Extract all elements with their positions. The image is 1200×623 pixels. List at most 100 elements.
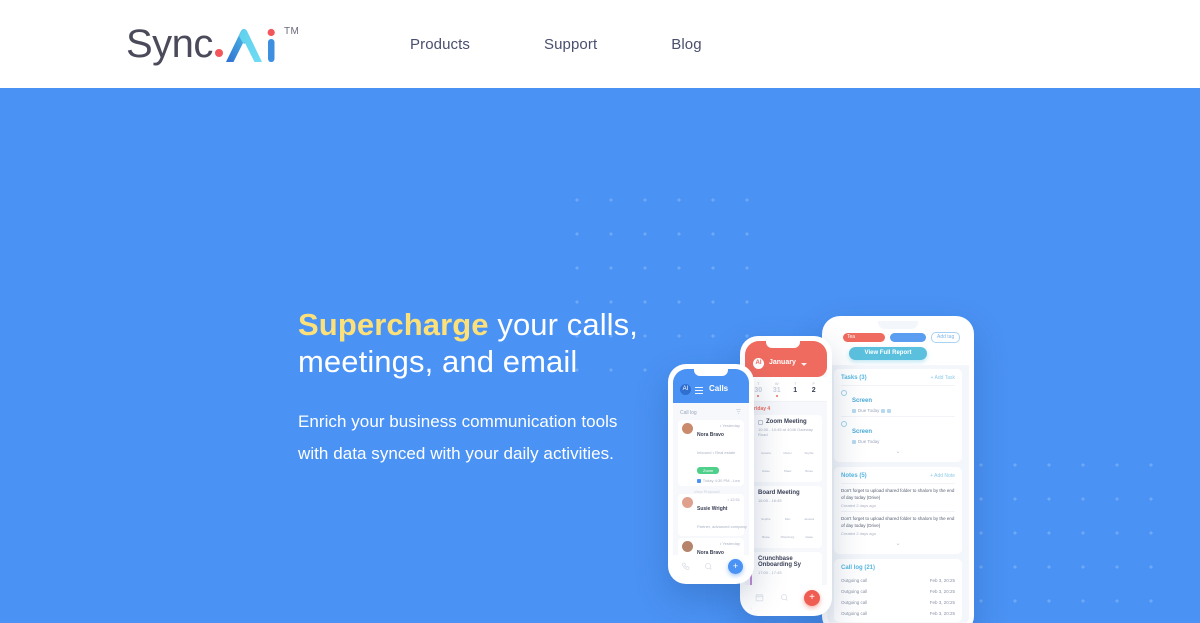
- call-log-date: Feb 3, 20:25: [929, 611, 955, 616]
- calendar-event[interactable]: Board Meeting 16:00 - 16:45 Sophie Boise…: [750, 486, 822, 548]
- phone-mockups: Tea Add tag View Full Report Tasks (3) +…: [640, 208, 1040, 623]
- event-time: 17:00 - 17:45: [758, 570, 782, 575]
- logo[interactable]: Sync TM: [126, 22, 299, 66]
- landing-page: Sync TM Products Support Blog Supercharg…: [0, 0, 1200, 623]
- filter-icon[interactable]: [735, 408, 742, 417]
- nav-item-blog[interactable]: Blog: [657, 28, 715, 61]
- list-item[interactable]: Susie Wright Partner, advanced company •…: [678, 494, 747, 536]
- phone-icon[interactable]: [681, 558, 690, 576]
- calendar-day-number: 30: [754, 387, 763, 394]
- phone-calls: AI Calls Call log Nora Bravo Inbound • R…: [668, 364, 754, 584]
- contact-meta: Inbound • Real estate: [697, 450, 736, 455]
- call-log-date: Feb 3, 20:25: [929, 578, 955, 583]
- call-log-date: Feb 3, 20:25: [929, 600, 955, 605]
- note-row[interactable]: Don't forget to upload shared folder to …: [841, 511, 955, 539]
- event-title-row: Zoom Meeting: [758, 419, 817, 425]
- attendee-name: Jessica Glase: [804, 517, 815, 539]
- event-checkbox-icon[interactable]: [758, 419, 763, 425]
- nav-item-products[interactable]: Products: [396, 28, 484, 61]
- main-nav: Products Support Blog: [396, 0, 716, 88]
- task-due: Due Today: [858, 408, 880, 413]
- status-badge: Zoom: [697, 467, 720, 474]
- note-text: Don't forget to upload shared folder to …: [841, 516, 955, 528]
- note-meta: Created 2 days ago: [841, 503, 876, 508]
- calendar-day[interactable]: 31: [769, 387, 785, 397]
- attendee[interactable]: Dan Pittenburg: [780, 507, 796, 543]
- screen-title: Calls: [709, 384, 729, 393]
- logo-dot-icon: [214, 49, 223, 57]
- event-title-row: Crunchbase Onboarding Sy: [758, 556, 817, 568]
- task-name: Screen: [852, 429, 873, 435]
- add-tag-button[interactable]: Add tag: [931, 332, 961, 343]
- call-log-title: Call log (21): [841, 565, 876, 571]
- contact-meta: Partner, advanced company: [697, 524, 747, 529]
- contact-name: Susie Wright: [697, 506, 728, 512]
- call-log-label: Call log: [680, 409, 697, 416]
- menu-icon[interactable]: [695, 387, 703, 396]
- event-dot-icon: [775, 395, 778, 397]
- attendee[interactable]: Jessica Glase: [801, 507, 817, 543]
- call-log-row[interactable]: Outgoing call Feb 3, 20:25: [841, 608, 955, 619]
- note-text: Don't forget to upload shared folder to …: [841, 488, 955, 500]
- calendar-day[interactable]: 1: [787, 387, 803, 397]
- calendar-month-label[interactable]: January: [769, 359, 796, 366]
- tasks-title: Tasks (3): [841, 375, 867, 381]
- task-checkbox-icon[interactable]: [841, 390, 847, 396]
- call-log-row[interactable]: Outgoing call Feb 3, 20:25: [841, 586, 955, 597]
- event-title-row: Board Meeting: [758, 490, 817, 496]
- nav-item-support[interactable]: Support: [530, 28, 611, 61]
- task-row[interactable]: Screen Due Today: [841, 385, 955, 416]
- add-call-fab-button[interactable]: +: [728, 559, 743, 574]
- phone-notch-icon: [765, 341, 800, 348]
- event-title: Zoom Meeting: [766, 419, 807, 425]
- calendar-day[interactable]: 2: [806, 387, 822, 397]
- contact-tags: Tea Add tag: [843, 332, 961, 343]
- contact-chip: Today 4:30 PM - Lead: [702, 478, 740, 483]
- weekday-label: T: [794, 381, 797, 386]
- attendee[interactable]: Sophie Boise: [758, 507, 774, 543]
- call-log-row[interactable]: Outgoing call Feb 3, 20:25: [841, 575, 955, 586]
- expand-notes-chevron-icon[interactable]: ⌄: [841, 539, 955, 551]
- add-event-fab-button[interactable]: +: [804, 590, 820, 606]
- avatar[interactable]: AI: [753, 358, 764, 369]
- attendee-name: Sophie Boise: [761, 517, 771, 539]
- calendar-day-number: 1: [793, 387, 798, 394]
- call-log-label: Outgoing call: [841, 600, 868, 605]
- task-checkbox-icon[interactable]: [841, 421, 847, 427]
- task-meta: Due Today: [852, 439, 879, 444]
- calendar-event[interactable]: Zoom Meeting 10:30 - 10:45 at 4048 Gatew…: [750, 415, 822, 482]
- logo-ai-mark-icon: [224, 22, 282, 66]
- add-task-button[interactable]: + Add Task: [930, 375, 955, 381]
- task-due: Due Today: [858, 439, 880, 444]
- add-note-button[interactable]: + Add Note: [930, 473, 955, 479]
- task-row[interactable]: Screen Due Today: [841, 416, 955, 447]
- contact-time: • 12:51: [727, 497, 740, 502]
- chevron-down-icon[interactable]: [801, 363, 807, 366]
- tag-primary[interactable]: Tea: [843, 333, 885, 342]
- note-meta: Created 2 days ago: [841, 531, 876, 536]
- attendee[interactable]: Jessica Glase: [758, 441, 774, 477]
- avatar[interactable]: AI: [680, 384, 691, 395]
- calendar-icon[interactable]: [755, 589, 764, 607]
- view-full-report-button[interactable]: View Full Report: [849, 347, 927, 360]
- contact-time: • Yesterday: [719, 541, 740, 546]
- weekday-label: W: [774, 381, 779, 386]
- calendar-day-number: 2: [811, 387, 816, 394]
- list-item[interactable]: Nora Bravo Inbound • Real estate Zoom To…: [678, 420, 744, 486]
- expand-tasks-chevron-icon[interactable]: ⌄: [841, 447, 955, 459]
- calls-bottom-bar: +: [673, 555, 749, 579]
- call-log-row[interactable]: Outgoing call Feb 3, 20:25: [841, 597, 955, 608]
- attendee[interactable]: Olivier Shaw: [780, 441, 796, 477]
- search-icon[interactable]: [704, 558, 713, 576]
- search-icon[interactable]: [780, 589, 789, 607]
- logo-word: Sync: [126, 22, 213, 66]
- note-row[interactable]: Don't forget to upload shared folder to …: [841, 483, 955, 511]
- call-log-card: Call log (21) Outgoing call Feb 3, 20:25…: [834, 559, 962, 622]
- tag-secondary[interactable]: [890, 333, 926, 342]
- notes-title: Notes (5): [841, 473, 867, 479]
- attendee-name: Dan Pittenburg: [780, 517, 795, 539]
- task-meta: Due Today: [852, 408, 892, 413]
- event-title: Board Meeting: [758, 490, 800, 496]
- attendee[interactable]: Sophie Boise: [801, 441, 817, 477]
- headline-highlight: Supercharge: [298, 307, 489, 342]
